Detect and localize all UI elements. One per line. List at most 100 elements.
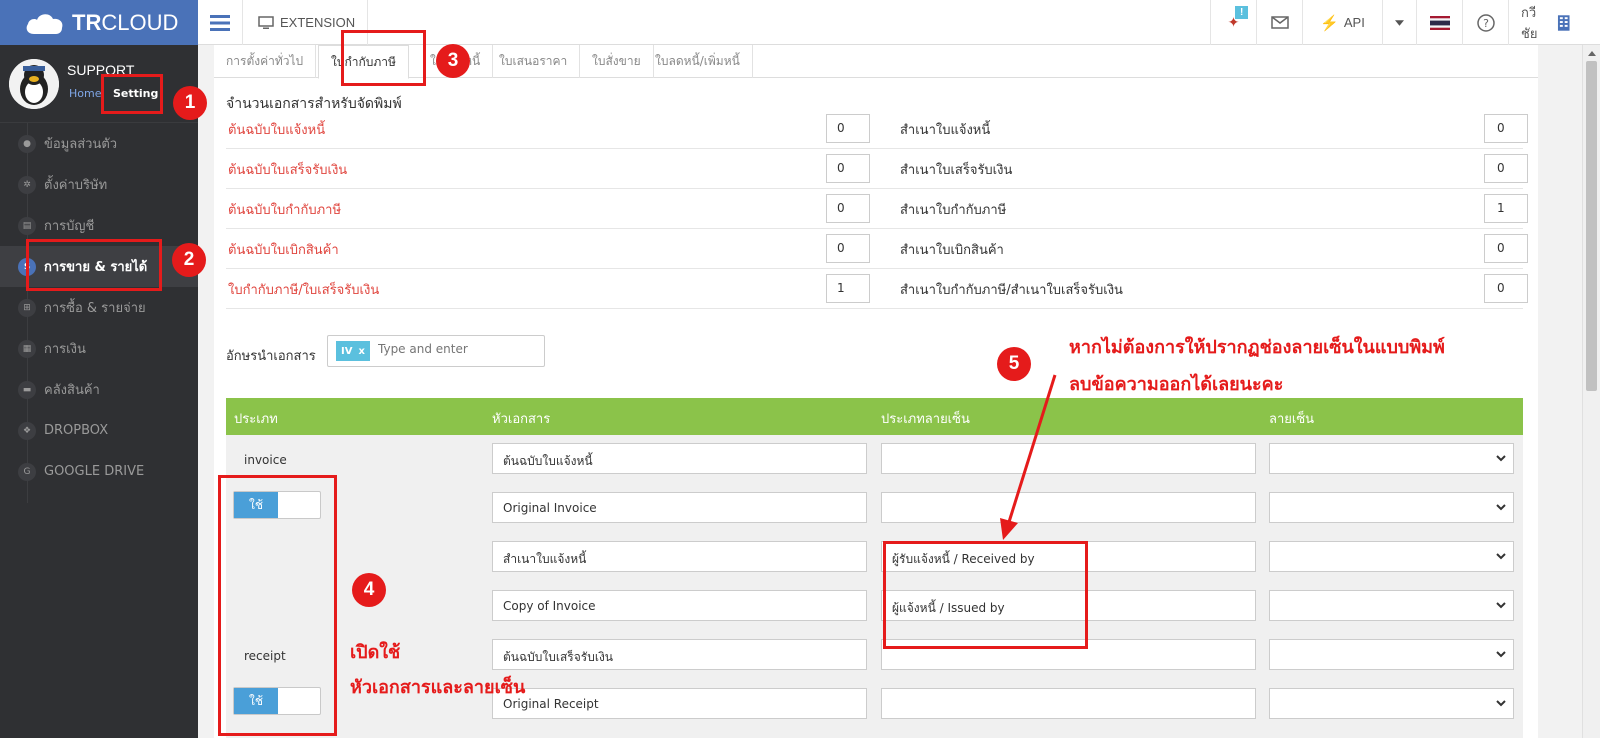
help-button[interactable]: ? — [1462, 0, 1508, 45]
caret-down-icon — [1395, 19, 1404, 26]
copy-count-input[interactable]: 1 — [1484, 194, 1528, 223]
notifications-button[interactable]: ✦ ! — [1210, 0, 1256, 45]
original-count-label: ต้นฉบับใบเบิกสินค้า — [228, 243, 339, 258]
print-count-row: ต้นฉบับใบเบิกสินค้า 0 สำเนาใบเบิกสินค้า 0 — [226, 229, 1528, 269]
scrollbar-thumb[interactable] — [1586, 61, 1597, 391]
copy-count-input[interactable]: 0 — [1484, 154, 1528, 183]
user-name: กวีชัย — [1521, 4, 1538, 41]
plug-icon: ⚡ — [1320, 14, 1339, 32]
annotation-badge-4: 4 — [352, 573, 386, 607]
signature-select[interactable] — [1269, 541, 1514, 572]
monitor-icon — [258, 15, 274, 29]
sidebar-item-8[interactable]: G GOOGLE DRIVE — [0, 451, 198, 492]
thai-flag-icon — [1429, 15, 1450, 30]
annotation-note-4-line1: เปิดใช้ — [350, 642, 401, 663]
sidebar-item-0[interactable]: ● ข้อมูลส่วนตัว — [0, 123, 198, 164]
document-header-input[interactable]: Original Invoice — [492, 492, 867, 523]
main-content: การตั้งค่าทั่วไปใบกำกับภาษีใบแจ้งหนี้ใบเ… — [214, 45, 1538, 738]
profile-panel: SUPPORT Home Setting — [0, 45, 198, 123]
avatar[interactable] — [9, 59, 59, 109]
copy-count-label: สำเนาใบกำกับภาษี/สำเนาใบเสร็จรับเงิน — [900, 283, 1123, 298]
chevron-down-icon — [1496, 504, 1506, 511]
brand-logo[interactable]: TRCLOUD — [0, 0, 198, 45]
annotation-badge-5: 5 — [997, 347, 1031, 381]
brand-text: TRCLOUD — [72, 9, 179, 35]
tab-0[interactable]: การตั้งค่าทั่วไป — [214, 45, 317, 78]
original-count-label: ใบกำกับภาษี/ใบเสร็จรับเงิน — [228, 283, 380, 298]
annotation-badge-2: 2 — [172, 243, 206, 277]
copy-count-label: สำเนาใบกำกับภาษี — [900, 203, 1007, 218]
page-scrollbar[interactable] — [1582, 45, 1600, 738]
original-count-input[interactable]: 1 — [826, 274, 870, 303]
original-count-label: ต้นฉบับใบเสร็จรับเงิน — [228, 163, 348, 178]
document-header-input[interactable]: สำเนาใบแจ้งหนี้ — [492, 541, 867, 572]
prefix-text-input[interactable] — [378, 342, 528, 356]
original-count-input[interactable]: 0 — [826, 114, 870, 143]
gear-icon: ✲ — [18, 175, 36, 194]
signature-select[interactable] — [1269, 492, 1514, 523]
hamburger-icon — [210, 14, 230, 31]
header-type: ประเภท — [234, 412, 278, 427]
sidebar-item-5[interactable]: ▦ การเงิน — [0, 328, 198, 369]
top-bar: TRCLOUD EXTENSION ✦ ! ⚡ API ? กวีชัย — [0, 0, 1600, 45]
signature-type-input[interactable] — [881, 443, 1256, 474]
extension-label: EXTENSION — [280, 15, 356, 30]
remove-tag-icon[interactable]: x — [359, 346, 365, 357]
annotation-box-setting — [101, 74, 163, 114]
header-signature: ลายเซ็น — [1269, 412, 1315, 427]
cloud-icon — [26, 13, 63, 34]
user-menu[interactable]: กวีชัย — [1508, 0, 1582, 45]
signature-type-input[interactable] — [881, 492, 1256, 523]
header-document-title: หัวเอกสาร — [492, 412, 551, 427]
original-count-input[interactable]: 0 — [826, 154, 870, 183]
annotation-note-5-line2: ลบข้อความออกได้เลยนะคะ — [1069, 374, 1284, 395]
api-label: API — [1343, 15, 1365, 30]
signature-select[interactable] — [1269, 688, 1514, 719]
copy-count-input[interactable]: 0 — [1484, 274, 1528, 303]
sidebar-nav: ● ข้อมูลส่วนตัว ✲ ตั้งค่าบริษัท ▤ การบัญชี $ กา… — [0, 123, 198, 492]
user-icon: ● — [18, 134, 36, 153]
copy-count-label: สำเนาใบเบิกสินค้า — [900, 243, 1004, 258]
original-count-input[interactable]: 0 — [826, 234, 870, 263]
annotation-note-4-line2: หัวเอกสารและลายเซ็น — [350, 677, 526, 698]
prefix-tag: IV x — [336, 341, 370, 361]
signature-type-input[interactable] — [881, 688, 1256, 719]
original-count-label: ต้นฉบับใบกำกับภาษี — [228, 203, 342, 218]
print-count-row: ใบกำกับภาษี/ใบเสร็จรับเงิน 1 สำเนาใบกำกับภ… — [226, 269, 1528, 309]
annotation-badge-3: 3 — [436, 44, 470, 78]
tab-5[interactable]: ใบลดหนี้/เพิ่มหนี้ — [643, 45, 753, 78]
document-header-input[interactable]: Original Receipt — [492, 688, 867, 719]
annotation-note-5-line1: หากไม่ต้องการให้ปรากฏช่องลายเซ็นในแบบพิม… — [1069, 337, 1445, 358]
chevron-down-icon — [1496, 553, 1506, 560]
mail-button[interactable] — [1256, 0, 1302, 45]
sidebar-item-label: คลังสินค้า — [44, 383, 100, 398]
dropdown-button[interactable] — [1382, 0, 1416, 45]
tab-3[interactable]: ใบเสนอราคา — [487, 45, 581, 78]
signature-select[interactable] — [1269, 639, 1514, 670]
sidebar-item-6[interactable]: ▬ คลังสินค้า — [0, 369, 198, 410]
scroll-up-arrow-icon[interactable] — [1583, 45, 1600, 61]
document-header-input[interactable]: ต้นฉบับใบเสร็จรับเงิน — [492, 639, 867, 670]
api-button[interactable]: ⚡ API — [1302, 0, 1382, 45]
sidebar-item-label: GOOGLE DRIVE — [44, 464, 145, 479]
building-icon — [1557, 14, 1570, 31]
sidebar-item-1[interactable]: ✲ ตั้งค่าบริษัท — [0, 164, 198, 205]
book-icon: ▤ — [18, 216, 36, 235]
copy-count-input[interactable]: 0 — [1484, 114, 1528, 143]
google-icon: G — [18, 462, 36, 481]
sidebar-item-4[interactable]: ⊞ การซื้อ & รายจ่าย — [0, 287, 198, 328]
sidebar-item-7[interactable]: ❖ DROPBOX — [0, 410, 198, 451]
document-header-input[interactable]: Copy of Invoice — [492, 590, 867, 621]
document-prefix-input[interactable]: IV x — [327, 335, 545, 367]
sidebar-item-label: การซื้อ & รายจ่าย — [44, 301, 146, 316]
prefix-tag-label: IV — [341, 345, 353, 357]
signature-select[interactable] — [1269, 590, 1514, 621]
signature-select[interactable] — [1269, 443, 1514, 474]
language-button[interactable] — [1416, 0, 1462, 45]
document-header-input[interactable]: ต้นฉบับใบแจ้งหนี้ — [492, 443, 867, 474]
menu-toggle-button[interactable] — [198, 0, 243, 45]
copy-count-input[interactable]: 0 — [1484, 234, 1528, 263]
original-count-input[interactable]: 0 — [826, 194, 870, 223]
home-link[interactable]: Home — [69, 87, 101, 100]
chevron-down-icon — [1496, 602, 1506, 609]
